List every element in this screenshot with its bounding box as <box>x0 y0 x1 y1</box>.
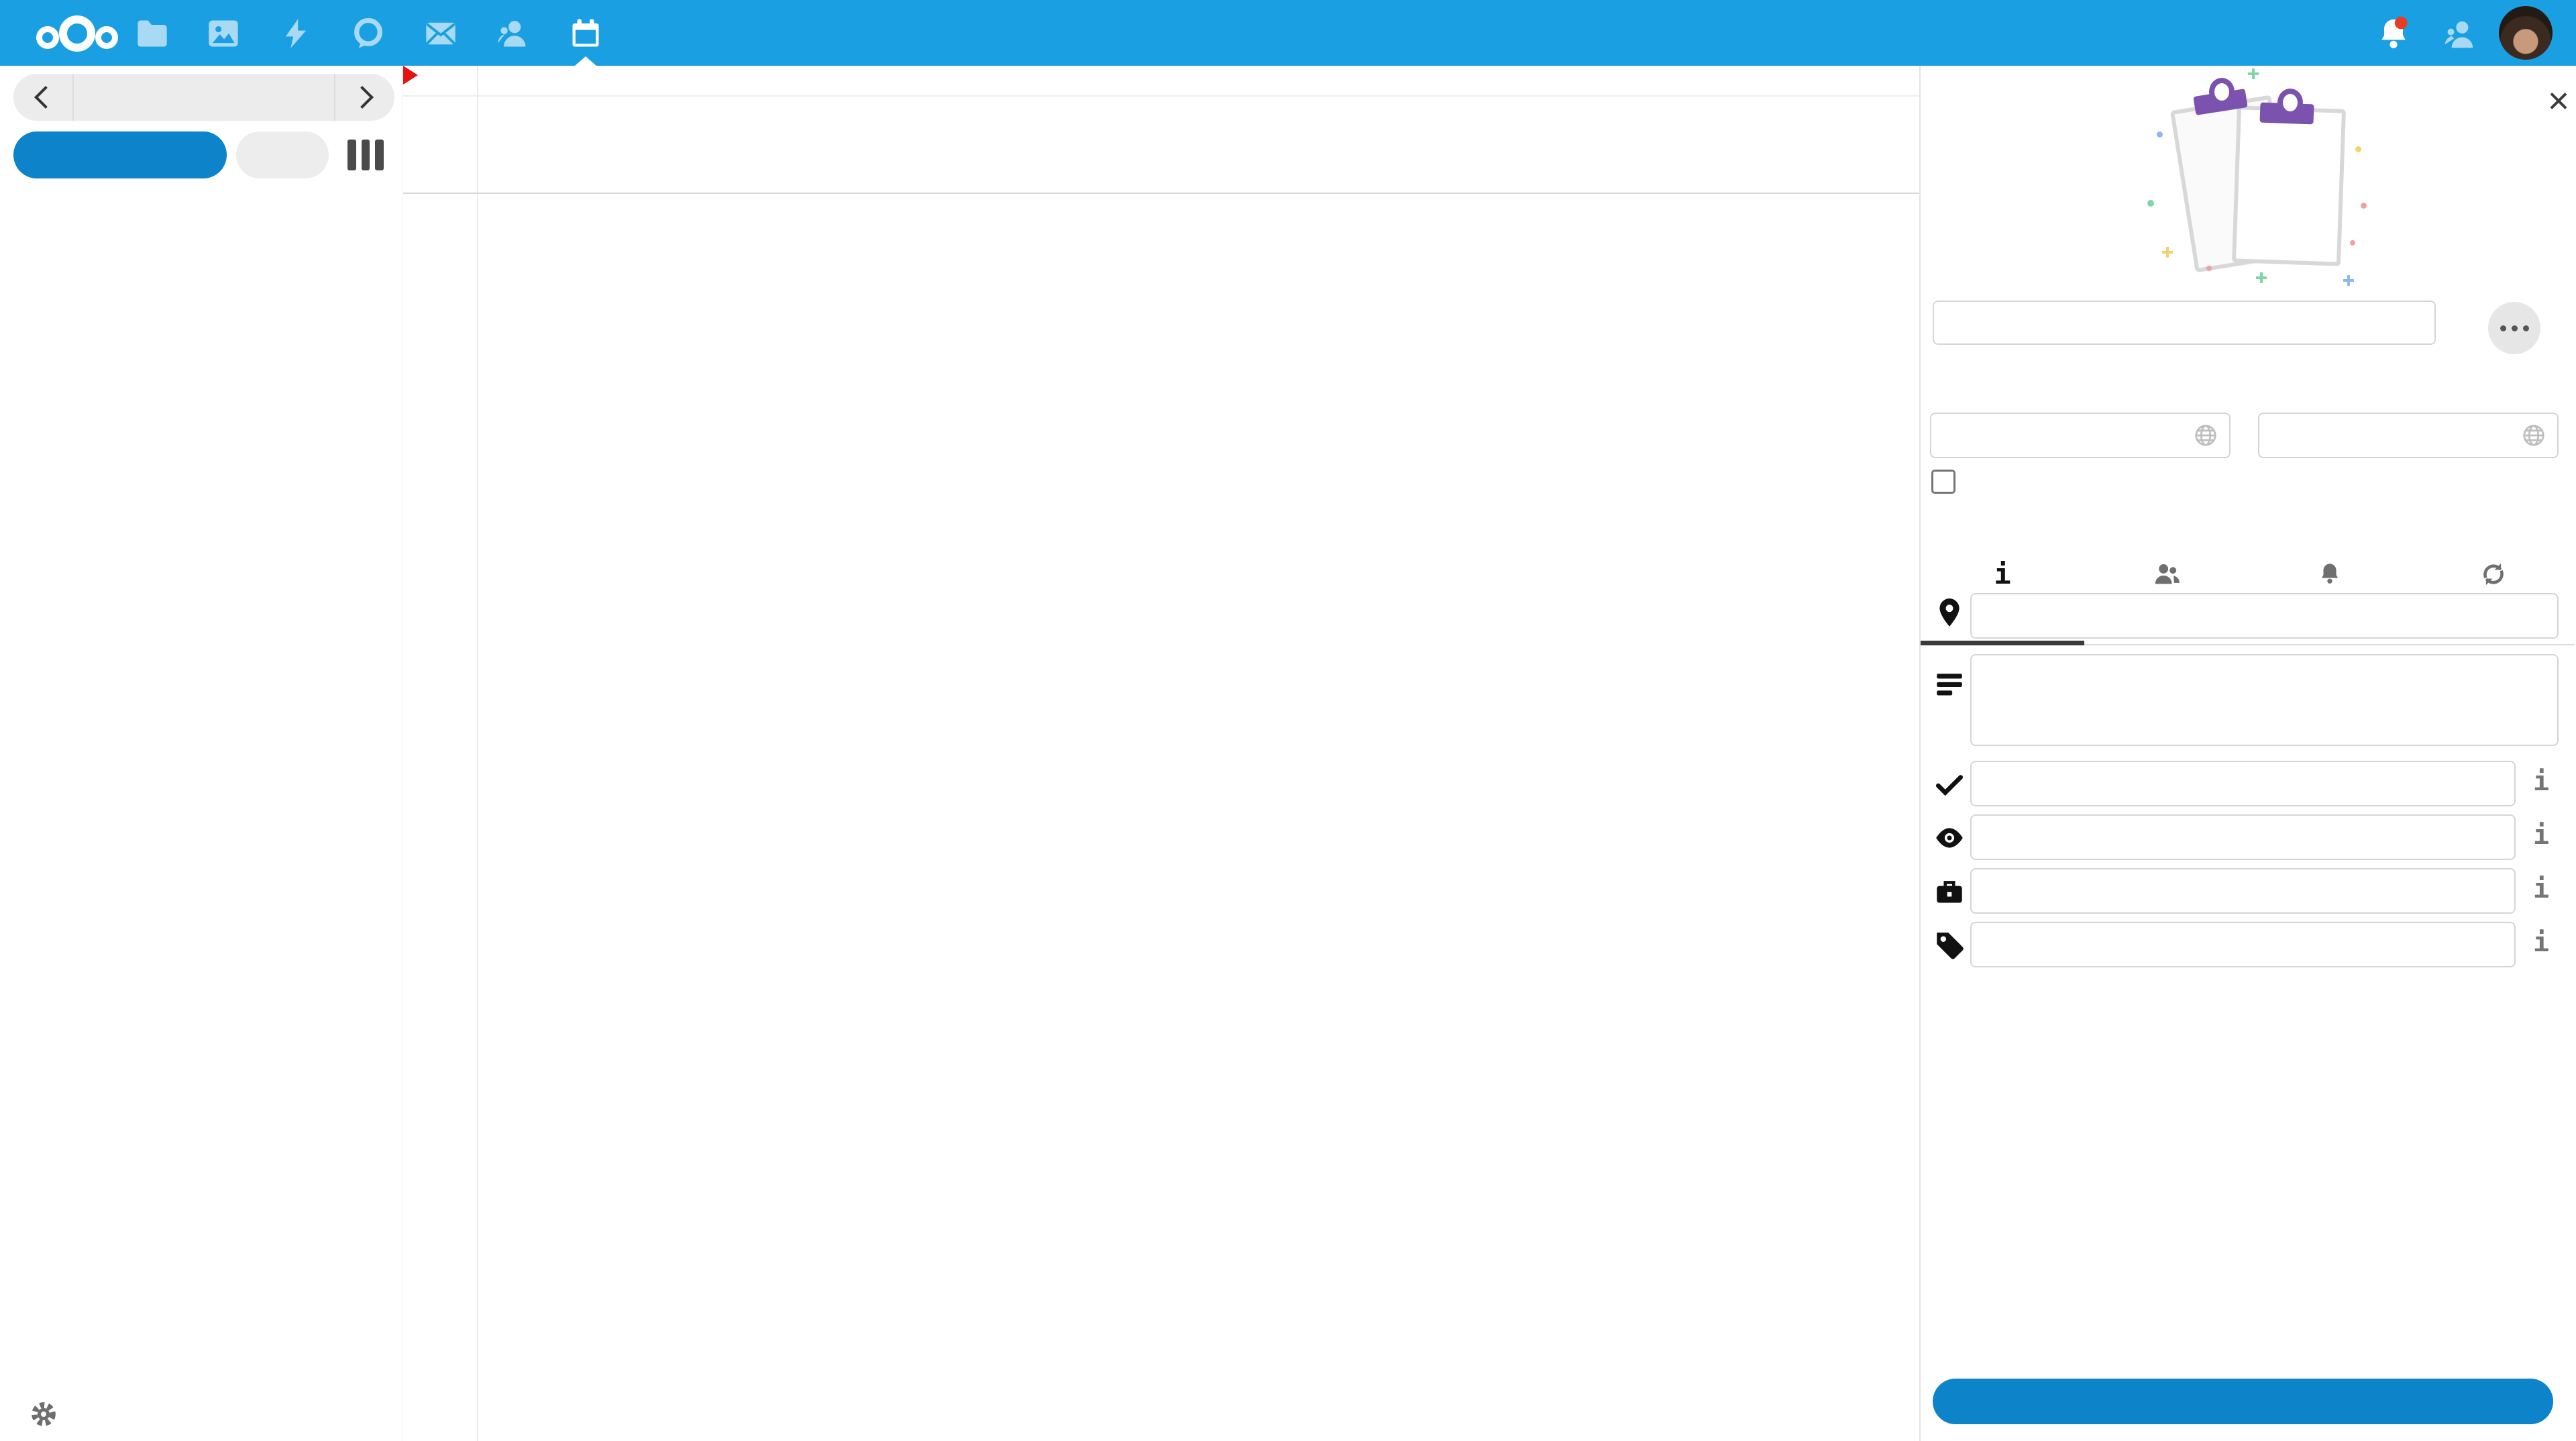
visibility-select[interactable] <box>1970 814 2516 860</box>
contacts-icon[interactable] <box>496 16 531 51</box>
active-app-indicator <box>575 56 596 66</box>
all-day-checkbox[interactable] <box>1931 470 1955 494</box>
calendar-icon[interactable] <box>568 16 603 51</box>
previous-week-button[interactable] <box>13 74 72 121</box>
visibility-eye-icon <box>1933 821 1966 855</box>
freebusy-select[interactable] <box>1970 868 2516 914</box>
close-icon[interactable]: × <box>2538 81 2576 121</box>
visibility-info-icon[interactable] <box>2528 820 2555 853</box>
categories-tag-icon <box>1933 928 1966 962</box>
description-textarea[interactable] <box>1970 654 2559 746</box>
talk-icon[interactable] <box>351 16 386 51</box>
activity-icon[interactable] <box>278 16 313 51</box>
next-week-button[interactable] <box>335 74 394 121</box>
user-avatar[interactable] <box>2499 6 2553 60</box>
top-navigation-bar <box>0 0 2576 66</box>
event-title-input[interactable] <box>1933 301 2436 345</box>
current-time-arrow <box>403 66 418 85</box>
location-pin-icon <box>1933 596 1966 629</box>
repeat-icon <box>2478 559 2509 590</box>
busy-briefcase-icon <box>1933 875 1966 908</box>
chevron-left-icon <box>34 86 57 109</box>
clipboard-illustration <box>2142 78 2370 279</box>
gear-icon <box>28 1399 59 1430</box>
sidebar <box>0 66 402 1441</box>
timezone-globe-icon[interactable] <box>2521 423 2546 448</box>
all-day-toggle[interactable] <box>1931 470 1970 494</box>
week-navigation[interactable] <box>13 74 394 121</box>
photos-icon[interactable] <box>206 16 241 51</box>
status-info-icon[interactable] <box>2528 766 2555 800</box>
categories-info-icon[interactable] <box>2528 927 2555 961</box>
view-switcher-icon[interactable] <box>347 140 384 170</box>
categories-input[interactable] <box>1970 922 2516 967</box>
info-icon <box>1994 560 2010 588</box>
event-actions-menu-button[interactable] <box>2488 302 2540 354</box>
new-event-button[interactable] <box>13 131 227 178</box>
nextcloud-logo[interactable] <box>27 13 127 54</box>
end-datetime-field[interactable] <box>2258 413 2559 458</box>
nextcloud-calendar-app: × <box>0 0 2576 1441</box>
reminder-bell-icon <box>2315 559 2345 589</box>
start-datetime-field[interactable] <box>1930 413 2231 458</box>
attendees-icon <box>2151 559 2182 590</box>
location-input[interactable] <box>1970 593 2559 639</box>
status-select[interactable] <box>1970 761 2516 806</box>
notifications-bell-icon[interactable] <box>2375 15 2412 52</box>
description-icon <box>1933 667 1966 700</box>
contacts-menu-icon[interactable] <box>2442 16 2478 52</box>
status-check-icon <box>1933 767 1966 801</box>
today-button[interactable] <box>236 131 329 178</box>
update-button[interactable] <box>1933 1379 2553 1424</box>
mail-icon[interactable] <box>423 16 458 51</box>
files-icon[interactable] <box>135 16 170 51</box>
chevron-right-icon <box>351 86 374 109</box>
freebusy-info-icon[interactable] <box>2528 873 2555 907</box>
settings-import[interactable] <box>0 1391 402 1438</box>
calendar-week-view <box>402 66 1920 1441</box>
event-editor-panel: × <box>1919 66 2576 1441</box>
timezone-globe-icon[interactable] <box>2193 423 2218 448</box>
